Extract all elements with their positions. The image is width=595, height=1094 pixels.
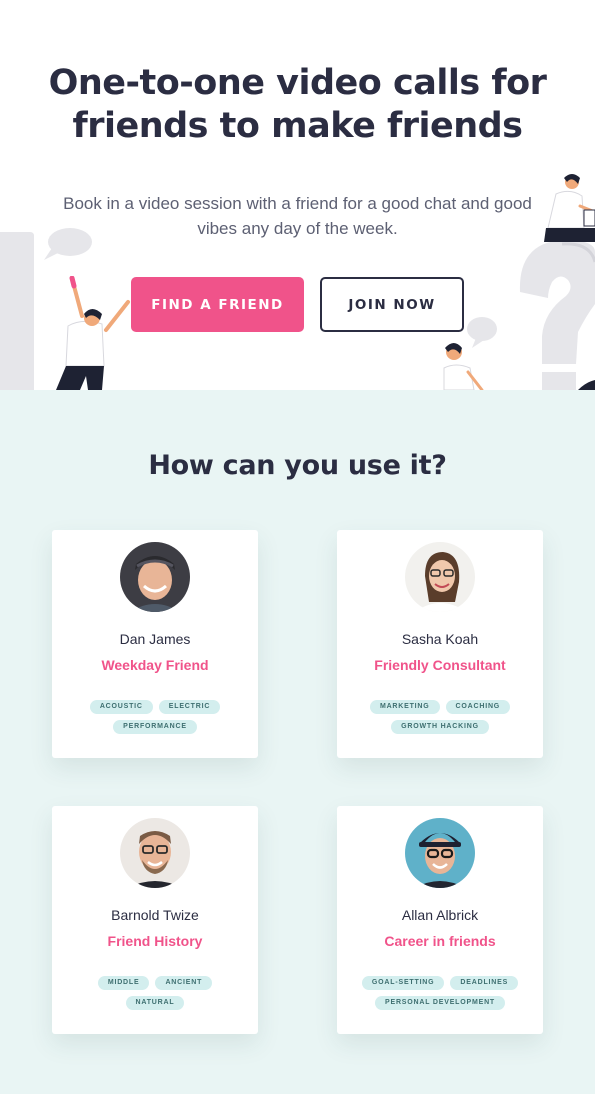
card-role: Weekday Friend xyxy=(101,657,209,673)
friend-card[interactable]: Sasha Koah Friendly Consultant MARKETING… xyxy=(337,530,543,758)
tag-list: GOAL-SETTING DEADLINES PERSONAL DEVELOPM… xyxy=(355,976,525,1010)
hero-title: One-to-one video calls for friends to ma… xyxy=(0,62,595,148)
person-illustration xyxy=(443,343,484,390)
tag[interactable]: COACHING xyxy=(445,700,511,714)
tag[interactable]: ELECTRIC xyxy=(158,700,221,714)
tag[interactable]: PERFORMANCE xyxy=(113,720,197,734)
card-role: Career in friends xyxy=(384,933,496,949)
join-now-button[interactable]: JOIN NOW xyxy=(320,277,464,332)
friend-card[interactable]: Barnold Twize Friend History MIDDLE ANCI… xyxy=(52,806,258,1034)
tag[interactable]: GOAL-SETTING xyxy=(361,976,445,990)
tag[interactable]: GROWTH HACKING xyxy=(391,720,489,734)
tag-list: MIDDLE ANCIENT NATURAL xyxy=(70,976,240,1010)
card-name: Sasha Koah xyxy=(401,631,479,647)
card-name: Allan Albrick xyxy=(401,907,479,923)
tag[interactable]: MIDDLE xyxy=(97,976,150,990)
tag[interactable]: PERSONAL DEVELOPMENT xyxy=(375,996,505,1010)
tag-list: ACOUSTIC ELECTRIC PERFORMANCE xyxy=(70,700,240,734)
find-a-friend-button[interactable]: FIND A FRIEND xyxy=(131,277,304,332)
tag[interactable]: ACOUSTIC xyxy=(89,700,153,714)
hero-subtitle-line-2: vibes any day of the week. xyxy=(197,219,398,238)
question-mark-illustration xyxy=(519,240,595,390)
card-role: Friendly Consultant xyxy=(374,657,506,673)
person-illustration xyxy=(544,174,595,242)
avatar xyxy=(405,542,475,612)
card-name: Barnold Twize xyxy=(111,907,199,923)
avatar xyxy=(120,542,190,612)
hero-subtitle-line-1: Book in a video session with a friend fo… xyxy=(63,194,532,213)
person-illustration xyxy=(56,276,130,390)
tag[interactable]: MARKETING xyxy=(369,700,440,714)
tag[interactable]: DEADLINES xyxy=(450,976,519,990)
tag[interactable]: ANCIENT xyxy=(155,976,213,990)
use-cases-section: How can you use it? Dan James Weekday Fr… xyxy=(0,390,595,1094)
section-title: How can you use it? xyxy=(148,450,447,481)
hero-section: One-to-one video calls for friends to ma… xyxy=(0,0,595,390)
hero-title-line-2: friends to make friends xyxy=(72,106,523,146)
card-role: Friend History xyxy=(107,933,203,949)
tag[interactable]: NATURAL xyxy=(125,996,185,1010)
dark-shape-illustration xyxy=(578,380,595,390)
card-name: Dan James xyxy=(119,631,191,647)
tag-list: MARKETING COACHING GROWTH HACKING xyxy=(355,700,525,734)
hero-subtitle: Book in a video session with a friend fo… xyxy=(50,191,545,241)
avatar xyxy=(405,818,475,888)
avatar xyxy=(120,818,190,888)
hero-title-line-1: One-to-one video calls for xyxy=(48,63,547,103)
exclamation-bar-illustration xyxy=(0,232,34,390)
friend-card[interactable]: Allan Albrick Career in friends GOAL-SET… xyxy=(337,806,543,1034)
friend-card[interactable]: Dan James Weekday Friend ACOUSTIC ELECTR… xyxy=(52,530,258,758)
